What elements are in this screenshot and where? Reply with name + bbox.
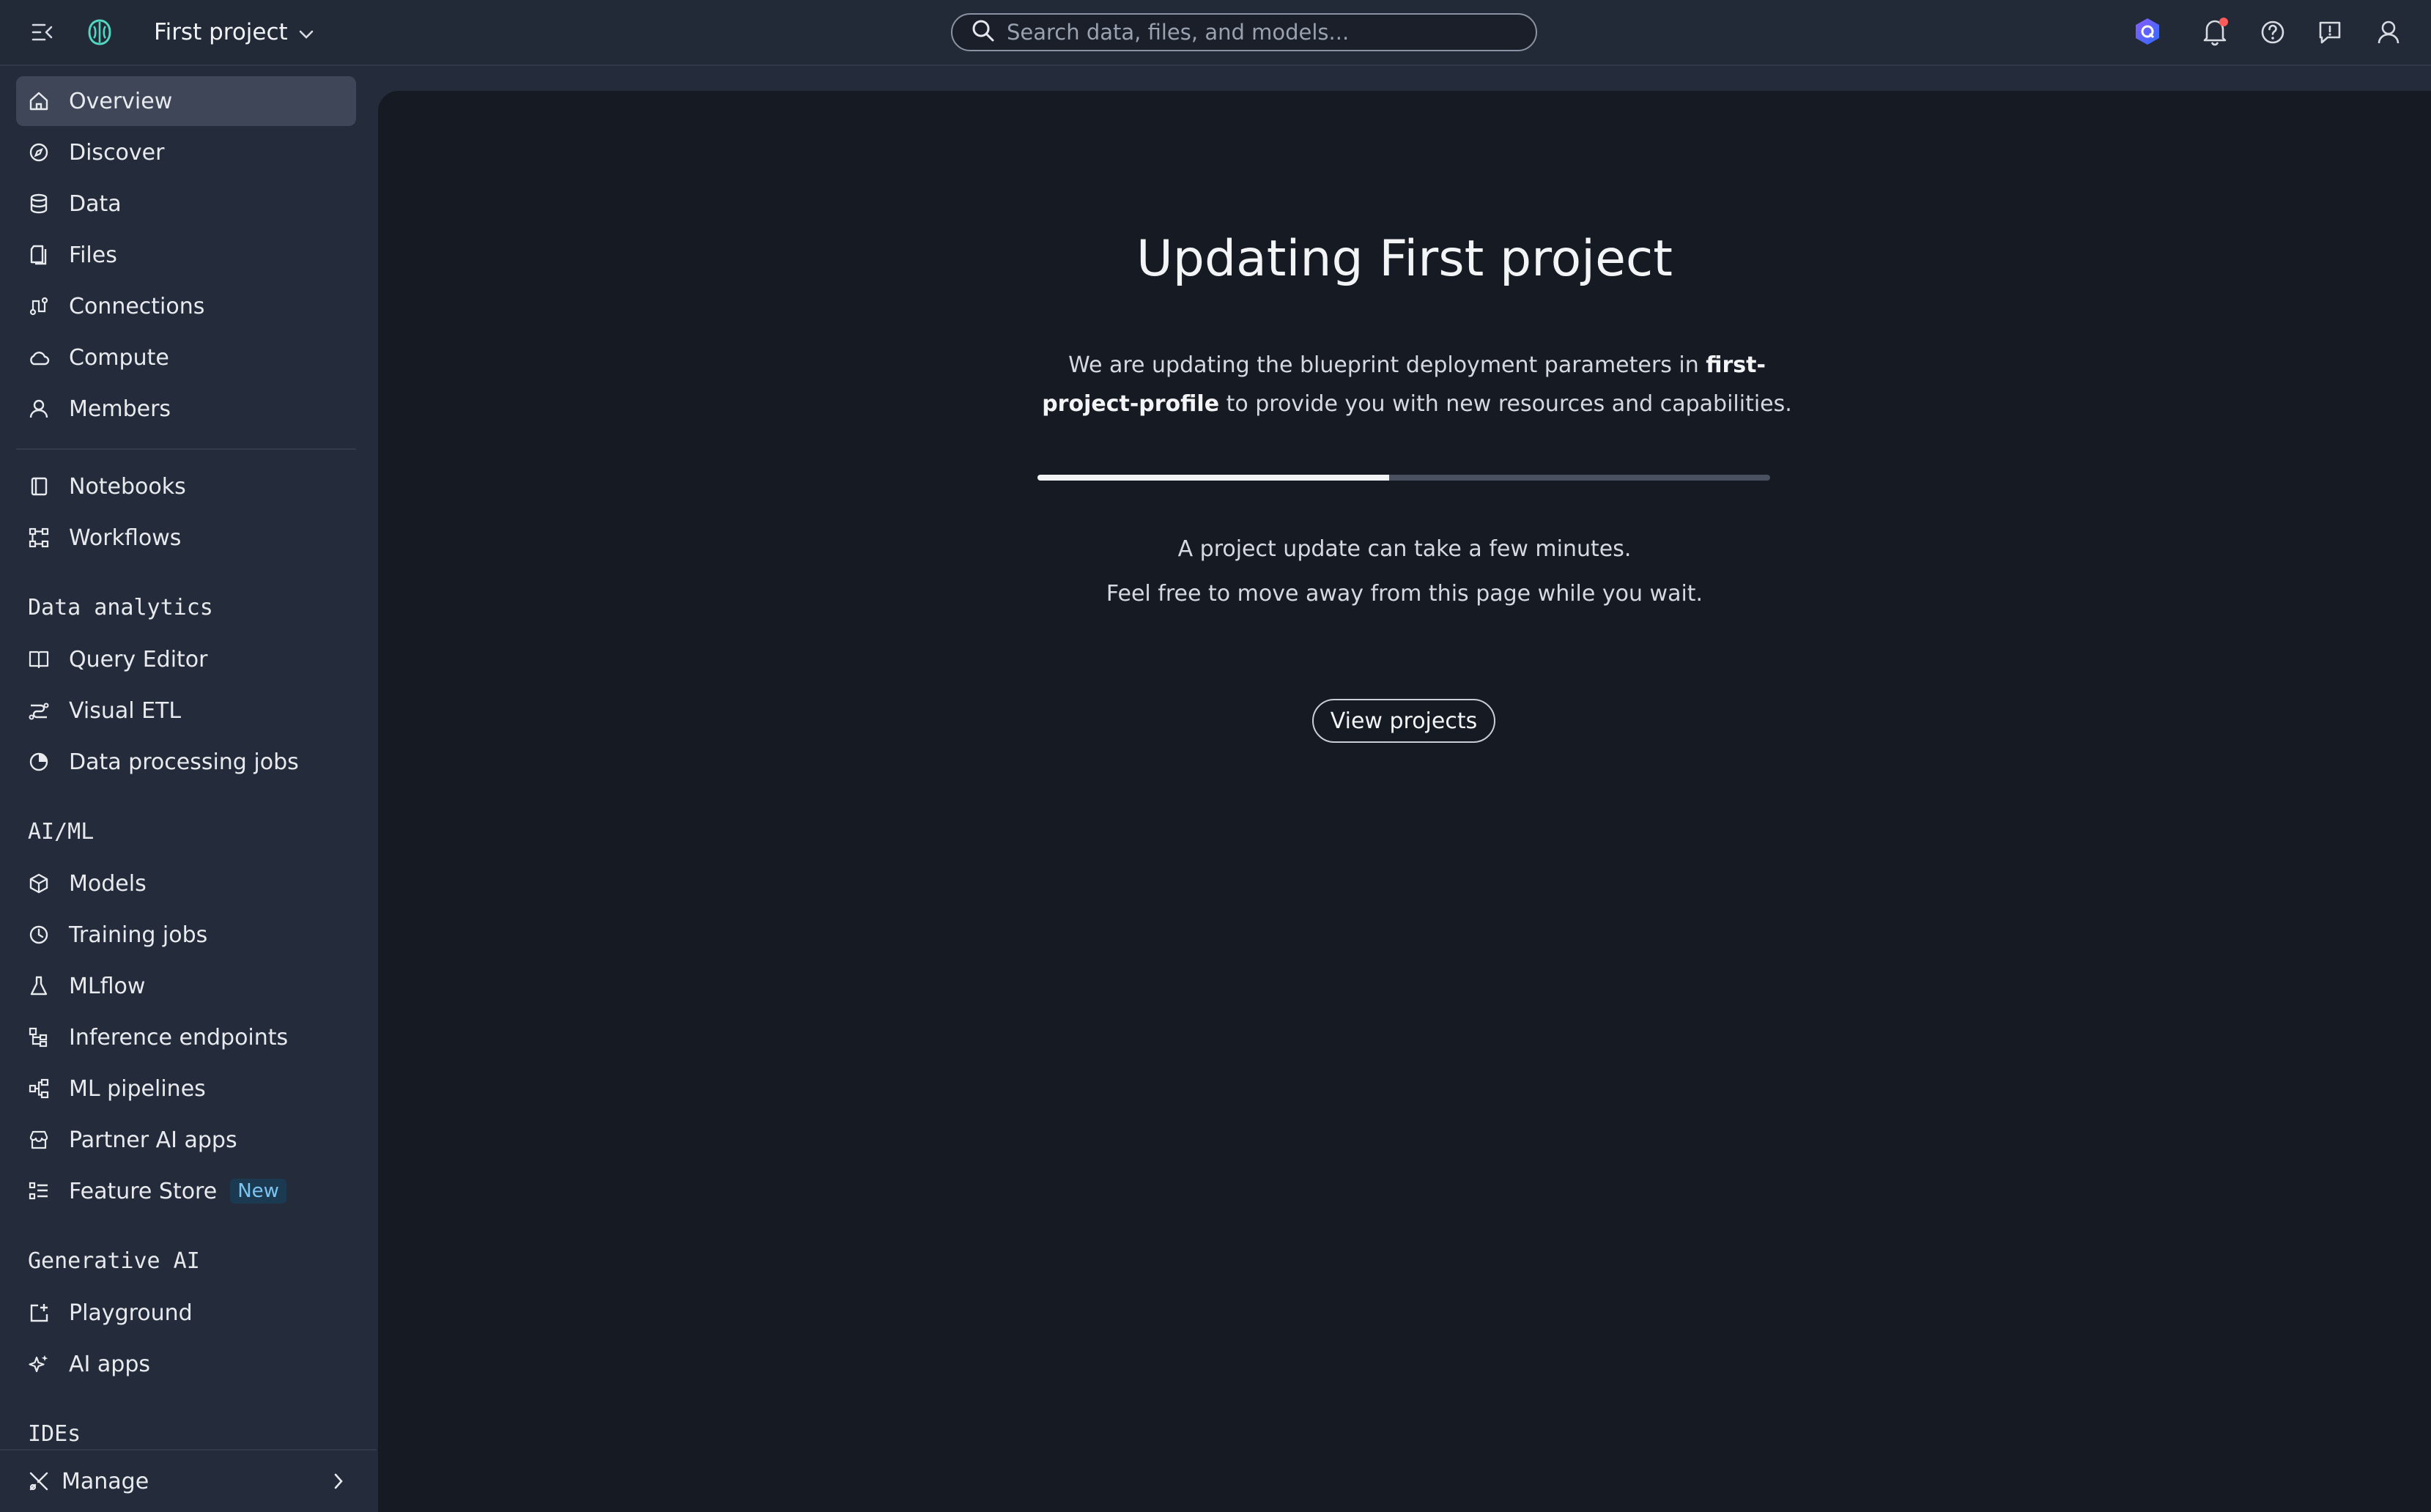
home-icon xyxy=(28,86,57,116)
new-badge: New xyxy=(230,1179,286,1204)
sidebar-item-label: Files xyxy=(69,242,117,268)
store-icon xyxy=(28,1125,57,1155)
sidebar-item-files[interactable]: Files xyxy=(16,230,356,280)
sidebar-item-training-jobs[interactable]: Training jobs xyxy=(16,910,356,960)
app-logo-icon[interactable] xyxy=(82,15,117,50)
sidebar-item-discover[interactable]: Discover xyxy=(16,127,356,177)
update-note-line2: Feel free to move away from this page wh… xyxy=(1106,581,1703,607)
sidebar-item-feature-store[interactable]: Feature Store New xyxy=(16,1166,356,1216)
sidebar-item-visual-etl[interactable]: Visual ETL xyxy=(16,686,356,735)
endpoint-icon xyxy=(28,1023,57,1052)
section-title-generative-ai: Generative AI xyxy=(28,1248,200,1274)
project-name: First project xyxy=(154,19,288,45)
workflow-icon xyxy=(28,523,57,552)
update-description: We are updating the blueprint deployment… xyxy=(1037,346,1797,423)
page-title: Updating First project xyxy=(1136,230,1673,288)
notebook-icon xyxy=(28,472,57,501)
list-icon xyxy=(28,1176,57,1206)
section-title-data-analytics: Data analytics xyxy=(28,595,213,620)
user-icon[interactable] xyxy=(2372,16,2405,48)
progress-bar xyxy=(1037,475,1770,481)
manage-icon xyxy=(28,1470,50,1492)
sidebar-item-label: MLflow xyxy=(69,973,146,999)
feedback-icon[interactable] xyxy=(2314,16,2346,48)
top-bar: First project xyxy=(0,0,2431,66)
view-projects-button[interactable]: View projects xyxy=(1312,699,1495,743)
sidebar-item-label: Visual ETL xyxy=(69,697,182,724)
sidebar-item-label: Compute xyxy=(69,344,169,371)
sidebar-item-label: Query Editor xyxy=(69,646,208,672)
sidebar-item-data-processing-jobs[interactable]: Data processing jobs xyxy=(16,737,356,787)
cube-icon xyxy=(28,869,57,898)
search-input[interactable] xyxy=(1005,19,1521,45)
playground-icon xyxy=(28,1298,57,1327)
sidebar-item-members[interactable]: Members xyxy=(16,384,356,434)
help-icon[interactable] xyxy=(2257,16,2289,48)
project-switcher[interactable]: First project xyxy=(154,13,314,51)
sidebar: Overview Discover Data Files Connections… xyxy=(0,66,377,1512)
sidebar-item-label: Playground xyxy=(69,1300,193,1326)
book-icon xyxy=(28,645,57,674)
manage-label: Manage xyxy=(62,1468,149,1494)
compass-icon xyxy=(28,138,57,167)
sidebar-item-label: Workflows xyxy=(69,525,182,551)
sidebar-item-label: Notebooks xyxy=(69,473,186,500)
sidebar-item-label: Members xyxy=(69,396,171,422)
section-title-ides: IDEs xyxy=(28,1421,81,1447)
etl-icon xyxy=(28,696,57,725)
sidebar-item-label: ML pipelines xyxy=(69,1075,206,1102)
amazon-q-icon[interactable] xyxy=(2131,15,2164,48)
processing-icon xyxy=(28,747,57,777)
sidebar-item-query-editor[interactable]: Query Editor xyxy=(16,634,356,684)
sidebar-item-label: Partner AI apps xyxy=(69,1127,237,1153)
search-icon xyxy=(972,19,995,45)
sidebar-item-playground[interactable]: Playground xyxy=(16,1288,356,1338)
sidebar-item-overview[interactable]: Overview xyxy=(16,76,356,126)
sidebar-item-inference-endpoints[interactable]: Inference endpoints xyxy=(16,1012,356,1062)
search-bar[interactable] xyxy=(951,13,1537,51)
update-note-line1: A project update can take a few minutes. xyxy=(1177,536,1632,562)
sidebar-item-label: Discover xyxy=(69,139,165,166)
cloud-icon xyxy=(28,343,57,372)
sidebar-divider xyxy=(16,448,356,450)
description-text-end: to provide you with new resources and ca… xyxy=(1219,391,1792,417)
notifications-icon[interactable] xyxy=(2197,13,2233,50)
sidebar-item-label: Training jobs xyxy=(69,922,208,948)
sidebar-item-compute[interactable]: Compute xyxy=(16,333,356,382)
sidebar-item-label: AI apps xyxy=(69,1351,151,1377)
chevron-right-icon xyxy=(333,1471,344,1497)
progress-fill xyxy=(1037,475,1389,481)
sidebar-item-mlflow[interactable]: MLflow xyxy=(16,961,356,1011)
user-icon xyxy=(28,394,57,423)
sidebar-item-label: Feature Store xyxy=(69,1178,218,1204)
database-icon xyxy=(28,189,57,218)
sidebar-item-label: Data xyxy=(69,190,122,217)
sidebar-item-partner-ai-apps[interactable]: Partner AI apps xyxy=(16,1115,356,1165)
sidebar-item-workflows[interactable]: Workflows xyxy=(16,513,356,563)
description-text: We are updating the blueprint deployment… xyxy=(1068,352,1706,378)
section-title-aiml: AI/ML xyxy=(28,819,95,845)
sidebar-item-label: Models xyxy=(69,870,147,897)
sidebar-item-label: Inference endpoints xyxy=(69,1024,289,1050)
sidebar-item-notebooks[interactable]: Notebooks xyxy=(16,462,356,511)
pipeline-icon xyxy=(28,1074,57,1103)
sparkle-icon xyxy=(28,1349,57,1379)
sidebar-item-models[interactable]: Models xyxy=(16,859,356,908)
main-content: Updating First project We are updating t… xyxy=(378,91,2431,1512)
sidebar-item-label: Data processing jobs xyxy=(69,749,299,775)
clock-icon xyxy=(28,920,57,949)
sidebar-item-ai-apps[interactable]: AI apps xyxy=(16,1339,356,1389)
sidebar-item-label: Overview xyxy=(69,88,173,114)
manage-button[interactable]: Manage xyxy=(0,1449,377,1512)
chevron-down-icon xyxy=(298,19,314,45)
sidebar-item-connections[interactable]: Connections xyxy=(16,281,356,331)
menu-collapse-icon[interactable] xyxy=(28,18,57,47)
flask-icon xyxy=(28,971,57,1001)
connections-icon xyxy=(28,292,57,321)
sidebar-item-data[interactable]: Data xyxy=(16,179,356,229)
sidebar-item-label: Connections xyxy=(69,293,205,319)
file-icon xyxy=(28,240,57,270)
sidebar-item-ml-pipelines[interactable]: ML pipelines xyxy=(16,1064,356,1113)
